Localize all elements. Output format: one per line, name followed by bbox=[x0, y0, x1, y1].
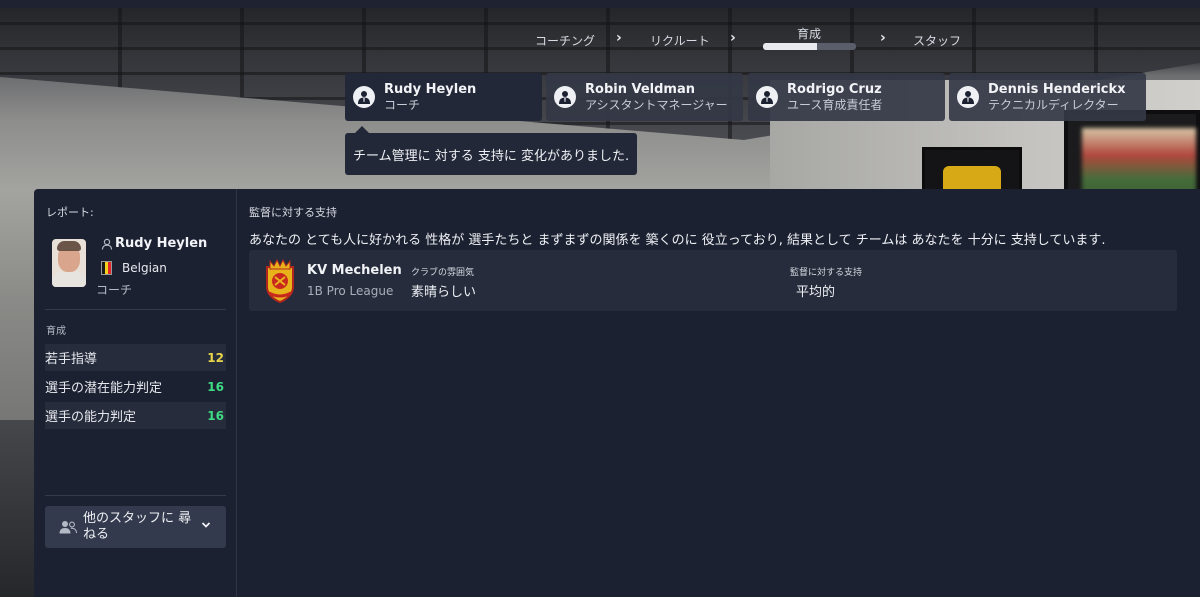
section-title: 育成 bbox=[46, 326, 66, 337]
person-icon bbox=[756, 86, 778, 108]
top-bar bbox=[0, 0, 1200, 8]
person-icon bbox=[353, 86, 375, 108]
speech-tooltip: チーム管理に 対する 支持に 変化がありました. bbox=[345, 126, 637, 175]
person-name[interactable]: Rudy Heylen bbox=[101, 236, 207, 251]
step-progress-bar bbox=[763, 43, 856, 50]
ask-other-staff-button[interactable]: 他のスタッフに 尋ねる bbox=[45, 506, 226, 548]
club-league[interactable]: 1B Pro League bbox=[307, 284, 393, 298]
framed-picture bbox=[1064, 110, 1200, 200]
staff-role: テクニカルディレクター bbox=[988, 97, 1119, 112]
support-value: 平均的 bbox=[796, 285, 836, 300]
background-furniture bbox=[0, 420, 34, 597]
attribute-label: 選手の潜在能力判定 bbox=[45, 381, 163, 396]
attribute-label: 選手の能力判定 bbox=[45, 410, 137, 425]
chevron-down-icon bbox=[201, 522, 211, 528]
staff-role: ユース育成責任者 bbox=[787, 97, 883, 112]
club-crest-icon bbox=[266, 258, 294, 303]
attribute-row: 選手の能力判定 16 bbox=[45, 402, 226, 429]
attribute-label: 若手指導 bbox=[45, 352, 98, 367]
ask-button-label: 他のスタッフに 尋ねる bbox=[83, 511, 192, 542]
avatar bbox=[52, 239, 86, 287]
atmosphere-value: 素晴らしい bbox=[411, 285, 477, 300]
meeting-stepper: コーチング › リクルート › 育成 › スタッフ bbox=[520, 24, 1000, 54]
report-label: レポート: bbox=[46, 206, 94, 219]
support-label: 監督に対する支持 bbox=[790, 268, 863, 278]
attribute-value: 16 bbox=[207, 379, 224, 394]
staff-name: Dennis Henderickx bbox=[988, 81, 1126, 97]
chevron-right-icon: › bbox=[616, 30, 622, 46]
step-recruit[interactable]: リクルート bbox=[650, 32, 710, 49]
staff-name: Rodrigo Cruz bbox=[787, 81, 882, 97]
staff-card-dennis-henderickx[interactable]: Dennis Henderickx テクニカルディレクター bbox=[949, 73, 1146, 121]
report-text: あなたの とても人に好かれる 性格が 選手たちと まずまずの関係を 築くのに 役… bbox=[249, 233, 1106, 248]
attribute-value: 16 bbox=[207, 408, 224, 423]
step-staff[interactable]: スタッフ bbox=[913, 32, 961, 49]
staff-card-rodrigo-cruz[interactable]: Rodrigo Cruz ユース育成責任者 bbox=[748, 73, 945, 121]
attribute-row: 選手の潜在能力判定 16 bbox=[45, 373, 226, 400]
staff-card-rudy-heylen[interactable]: Rudy Heylen コーチ bbox=[345, 73, 542, 121]
step-development[interactable]: 育成 bbox=[797, 25, 821, 42]
divider bbox=[45, 309, 226, 310]
chevron-right-icon: › bbox=[880, 30, 886, 46]
chevron-right-icon: › bbox=[730, 30, 736, 46]
staff-name: Rudy Heylen bbox=[384, 81, 477, 97]
person-icon bbox=[554, 86, 576, 108]
staff-role: コーチ bbox=[384, 97, 421, 112]
report-panel: レポート: Rudy Heylen Belgian コーチ 育成 若手指導 12… bbox=[34, 189, 1200, 597]
staff-card-robin-veldman[interactable]: Robin Veldman アシスタントマネージャー bbox=[546, 73, 743, 121]
divider bbox=[45, 495, 226, 496]
people-icon bbox=[59, 521, 77, 534]
person-role: コーチ bbox=[96, 283, 133, 297]
club-summary-row: KV Mechelen 1B Pro League クラブの雰囲気 素晴らしい … bbox=[249, 250, 1177, 311]
staff-role: アシスタントマネージャー bbox=[585, 97, 728, 112]
belgium-flag-icon bbox=[101, 261, 112, 275]
club-name[interactable]: KV Mechelen bbox=[307, 263, 402, 278]
content-title: 監督に対する支持 bbox=[249, 206, 337, 219]
atmosphere-label: クラブの雰囲気 bbox=[411, 268, 475, 278]
person-outline-icon bbox=[101, 238, 113, 250]
attribute-value: 12 bbox=[207, 350, 224, 365]
nationality: Belgian bbox=[101, 261, 167, 275]
attribute-row: 若手指導 12 bbox=[45, 344, 226, 371]
person-icon bbox=[957, 86, 979, 108]
report-sidebar: レポート: Rudy Heylen Belgian コーチ 育成 若手指導 12… bbox=[34, 189, 237, 597]
step-coaching[interactable]: コーチング bbox=[535, 32, 595, 49]
staff-name: Robin Veldman bbox=[585, 81, 695, 97]
